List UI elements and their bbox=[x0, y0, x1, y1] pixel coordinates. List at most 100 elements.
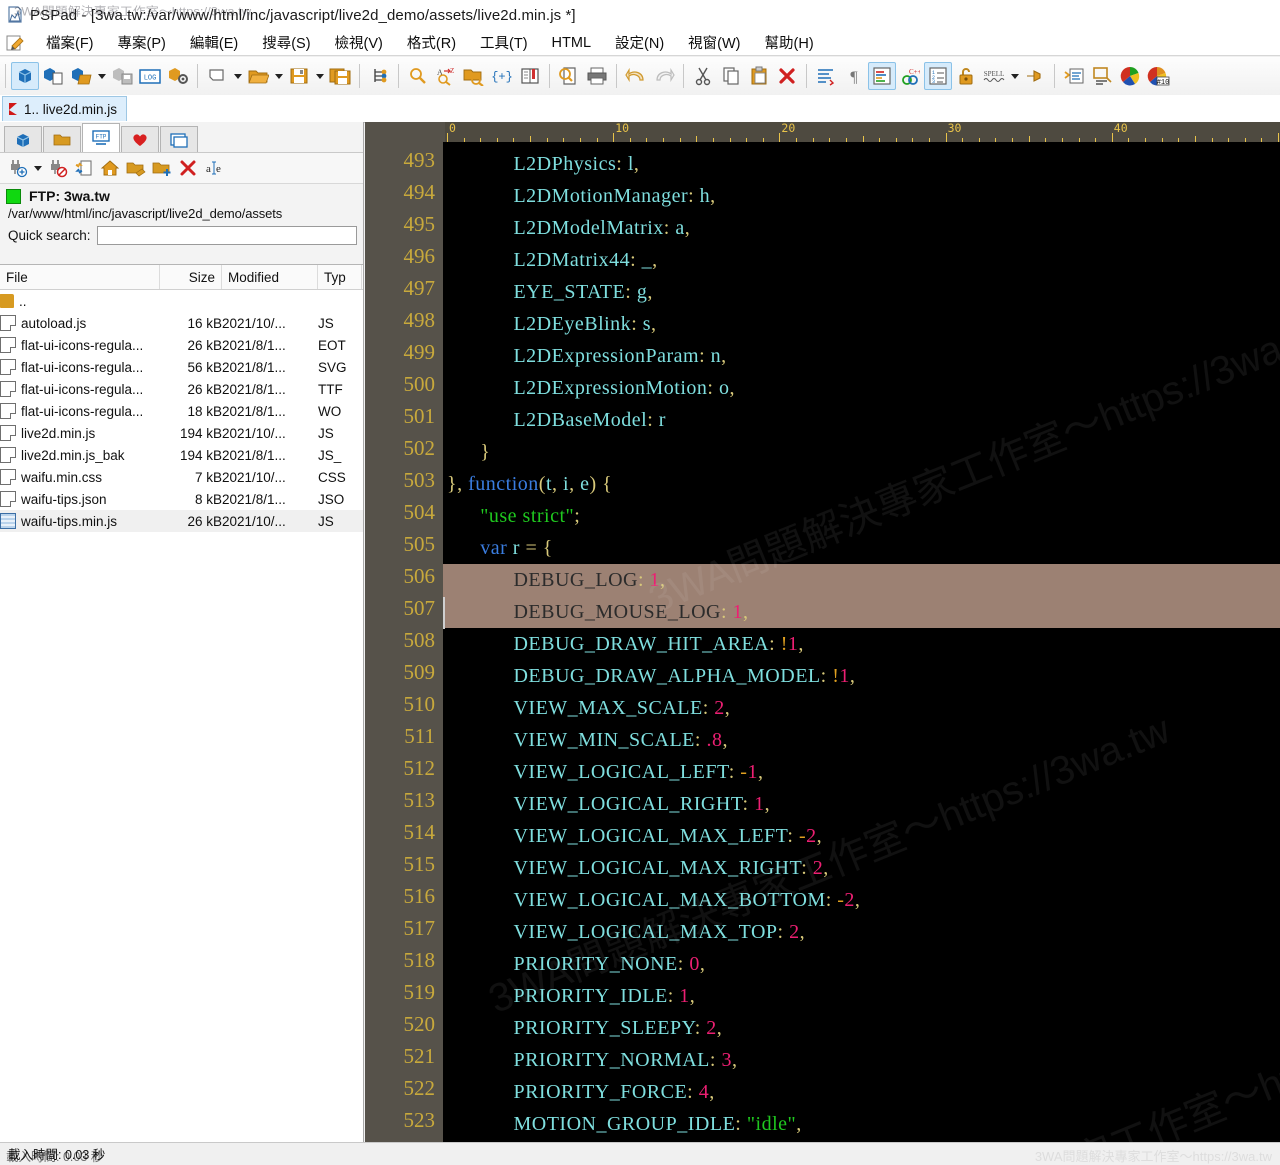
book-icon[interactable] bbox=[516, 62, 544, 90]
paste-icon[interactable] bbox=[745, 62, 773, 90]
menu-help[interactable]: 幫助(H) bbox=[753, 30, 826, 55]
file-list-row[interactable]: flat-ui-icons-regula... 56 kB 2021/8/1... S… bbox=[0, 356, 363, 378]
sidebar-item-project[interactable] bbox=[4, 126, 42, 152]
menu-format[interactable]: 格式(R) bbox=[395, 30, 468, 55]
readonly-lock-icon[interactable] bbox=[952, 62, 980, 90]
delete-icon[interactable] bbox=[773, 62, 801, 90]
column-header-size[interactable]: Size bbox=[160, 265, 222, 289]
print-preview-icon[interactable] bbox=[555, 62, 583, 90]
file-list-row[interactable]: live2d.min.js_bak 194 kB 2021/8/1... JS_ bbox=[0, 444, 363, 466]
menu-settings[interactable]: 設定(N) bbox=[603, 30, 676, 55]
compress-icon[interactable] bbox=[1088, 62, 1116, 90]
quick-search-input[interactable] bbox=[96, 226, 357, 245]
status-load-time: 載入時間: 0.03 秒 bbox=[8, 1148, 106, 1162]
undo-icon[interactable] bbox=[622, 62, 650, 90]
project-open-icon[interactable] bbox=[67, 62, 95, 90]
code-line-text: DEBUG_DRAW_ALPHA_MODEL: !1, bbox=[443, 665, 855, 687]
sidebar-item-windows[interactable] bbox=[160, 126, 198, 152]
menu-project[interactable]: 專案(P) bbox=[106, 30, 178, 55]
file-list-row[interactable]: live2d.min.js 194 kB 2021/10/... JS bbox=[0, 422, 363, 444]
code-token: _ bbox=[641, 249, 653, 271]
cpp-icon[interactable]: C++ bbox=[896, 62, 924, 90]
goto-line-icon[interactable]: {+} bbox=[488, 62, 516, 90]
menu-file[interactable]: 檔案(F) bbox=[34, 30, 106, 55]
sidebar-item-favorites[interactable] bbox=[121, 126, 159, 152]
code-token: VIEW_MIN_SCALE bbox=[513, 729, 695, 751]
spell-check-dropdown-arrow[interactable] bbox=[1008, 62, 1021, 90]
menu-edit[interactable]: 編輯(E) bbox=[178, 30, 250, 55]
new-file-dropdown-arrow[interactable] bbox=[231, 62, 244, 90]
print-icon[interactable] bbox=[583, 62, 611, 90]
code-token: PRIORITY_NORMAL bbox=[513, 1049, 710, 1071]
title-bar: PSPad - [3wa.tw:/var/www/html/inc/javasc… bbox=[0, 0, 1280, 30]
column-header-modified[interactable]: Modified bbox=[222, 265, 318, 289]
code-token: , bbox=[652, 249, 658, 271]
syntax-highlight-icon[interactable] bbox=[868, 62, 896, 90]
indent-icon[interactable] bbox=[812, 62, 840, 90]
menu-view[interactable]: 檢視(V) bbox=[323, 30, 395, 55]
code-token: , bbox=[729, 377, 735, 399]
file-list-row[interactable]: flat-ui-icons-regula... 26 kB 2021/8/1... E… bbox=[0, 334, 363, 356]
line-number: 497 bbox=[403, 276, 436, 300]
copy-icon[interactable] bbox=[717, 62, 745, 90]
folder-add-icon[interactable] bbox=[150, 156, 174, 180]
save-all-icon[interactable] bbox=[326, 62, 354, 90]
line-numbers-icon[interactable]: 1 2 3 bbox=[924, 62, 952, 90]
spell-check-icon[interactable]: SPELL bbox=[980, 62, 1008, 90]
plug-disconnect-icon[interactable] bbox=[46, 156, 70, 180]
file-list-row[interactable]: waifu.min.css 7 kB 2021/10/... CSS bbox=[0, 466, 363, 488]
file-list-row[interactable]: autoload.js 16 kB 2021/10/... JS bbox=[0, 312, 363, 334]
color-wheel-icon[interactable] bbox=[1116, 62, 1144, 90]
redo-icon[interactable] bbox=[650, 62, 678, 90]
format-code-icon[interactable] bbox=[1060, 62, 1088, 90]
file-size: 194 kB bbox=[179, 447, 222, 463]
pilcrow-icon[interactable]: ¶ bbox=[840, 62, 868, 90]
project-new-icon[interactable] bbox=[39, 62, 67, 90]
file-type: TTF bbox=[318, 381, 343, 397]
replace-icon[interactable]: A Z bbox=[432, 62, 460, 90]
project-settings-icon[interactable] bbox=[164, 62, 192, 90]
sidebar-item-explorer[interactable] bbox=[43, 126, 81, 152]
refresh-icon[interactable] bbox=[72, 156, 96, 180]
sidebar-item-ftp[interactable]: FTP bbox=[82, 123, 120, 152]
search-icon[interactable] bbox=[404, 62, 432, 90]
save-dropdown-arrow[interactable] bbox=[313, 62, 326, 90]
pin-icon[interactable] bbox=[1021, 62, 1049, 90]
open-folder-icon[interactable] bbox=[244, 62, 272, 90]
project-save-icon[interactable] bbox=[108, 62, 136, 90]
search-in-files-icon[interactable] bbox=[460, 62, 488, 90]
bookmark-tree-icon[interactable] bbox=[365, 62, 393, 90]
save-icon[interactable] bbox=[285, 62, 313, 90]
file-list-row[interactable]: waifu-tips.json 8 kB 2021/8/1... JSO bbox=[0, 488, 363, 510]
home-icon[interactable] bbox=[98, 156, 122, 180]
file-list-row[interactable]: flat-ui-icons-regula... 18 kB 2021/8/1... W… bbox=[0, 400, 363, 422]
menu-html[interactable]: HTML bbox=[540, 33, 603, 53]
delete-x-icon[interactable] bbox=[176, 156, 200, 180]
color-hex-icon[interactable]: #10 bbox=[1144, 62, 1172, 90]
project-cube-icon[interactable] bbox=[11, 62, 39, 90]
menu-tools[interactable]: 工具(T) bbox=[468, 30, 540, 55]
ruler-gutter-pad bbox=[365, 122, 445, 142]
column-header-file[interactable]: File bbox=[0, 265, 160, 289]
code-token: , bbox=[709, 1081, 715, 1103]
open-folder-dropdown-arrow[interactable] bbox=[272, 62, 285, 90]
file-list-row[interactable]: waifu-tips.min.js 26 kB 2021/10/... JS bbox=[0, 510, 363, 532]
file-list-row[interactable]: .. bbox=[0, 290, 363, 312]
file-list-row[interactable]: flat-ui-icons-regula... 26 kB 2021/8/1... T… bbox=[0, 378, 363, 400]
cut-icon[interactable] bbox=[689, 62, 717, 90]
code-line: "use strict"; bbox=[443, 500, 580, 532]
project-open-dropdown-arrow[interactable] bbox=[95, 62, 108, 90]
rename-icon[interactable]: a e bbox=[202, 156, 226, 180]
menu-search[interactable]: 搜尋(S) bbox=[250, 30, 322, 55]
new-file-icon[interactable] bbox=[203, 62, 231, 90]
plug-add-icon[interactable] bbox=[6, 156, 30, 180]
code-area[interactable]: L2DPhysics: l, L2DMotionManager: h, L2DMod… bbox=[443, 142, 1280, 1142]
code-token: L2DPhysics bbox=[513, 153, 617, 175]
folder-bookmark-icon[interactable] bbox=[124, 156, 148, 180]
column-header-type[interactable]: Typ bbox=[318, 265, 362, 289]
doc-tab-live2d[interactable]: 1.. live2d.min.js bbox=[2, 96, 128, 121]
menu-window[interactable]: 視窗(W) bbox=[676, 30, 752, 55]
log-icon[interactable]: LOG bbox=[136, 62, 164, 90]
ftp-connect-dropdown-arrow[interactable] bbox=[32, 156, 44, 180]
code-editor[interactable]: 01020304050 4934944954964974984995005015… bbox=[365, 122, 1280, 1142]
